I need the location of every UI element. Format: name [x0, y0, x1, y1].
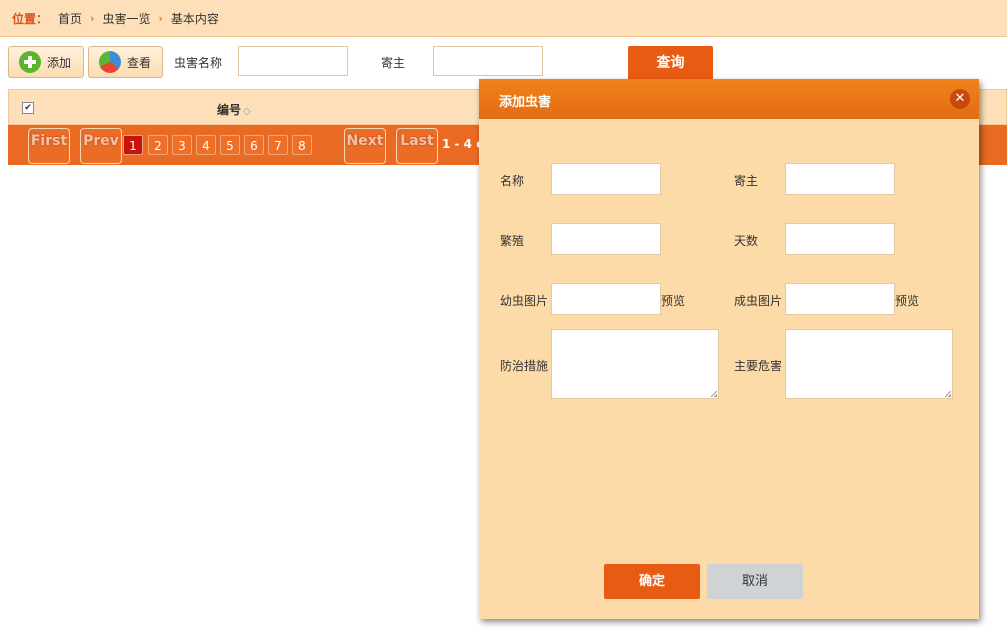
page-6[interactable]: 6: [244, 135, 264, 155]
chevron-right-icon: ›: [158, 11, 163, 25]
breed-label: 繁殖: [500, 234, 525, 248]
days-input[interactable]: [785, 223, 895, 255]
breadcrumb-pest-list[interactable]: 虫害一览: [102, 10, 150, 27]
adult-preview-link[interactable]: 预览: [895, 292, 919, 309]
page-info: 1 - 4 c: [442, 137, 484, 151]
adult-image-input[interactable]: [785, 283, 895, 315]
confirm-button[interactable]: 确定: [604, 564, 700, 599]
next-page-button[interactable]: Next: [344, 128, 386, 164]
dialog-header: 添加虫害 ✕: [479, 79, 979, 119]
first-page-button[interactable]: First: [28, 128, 70, 164]
larva-image-label: 幼虫图片: [500, 294, 549, 308]
control-measures-label: 防治措施: [500, 359, 549, 373]
add-pest-dialog: 添加虫害 ✕ 名称 寄主 繁殖 天数 幼虫图片 预览 成虫图片 预览 防治措施 …: [479, 79, 979, 619]
page-4[interactable]: 4: [196, 135, 216, 155]
prev-page-button[interactable]: Prev: [80, 128, 122, 164]
page-2[interactable]: 2: [148, 135, 168, 155]
adult-image-label: 成虫图片: [734, 294, 783, 308]
name-input[interactable]: [551, 163, 661, 195]
page-3[interactable]: 3: [172, 135, 192, 155]
control-measures-textarea[interactable]: [551, 329, 719, 399]
page-5[interactable]: 5: [220, 135, 240, 155]
view-button[interactable]: 查看: [88, 46, 163, 78]
larva-image-input[interactable]: [551, 283, 661, 315]
page-8[interactable]: 8: [292, 135, 312, 155]
host-field-label: 寄主: [734, 174, 759, 188]
pie-chart-icon: [99, 51, 121, 73]
dialog-title: 添加虫害: [499, 95, 552, 110]
host-label: 寄主: [381, 56, 406, 70]
pest-name-input[interactable]: [238, 46, 348, 76]
add-button-label: 添加: [47, 55, 72, 70]
view-button-label: 查看: [127, 55, 152, 70]
chevron-right-icon: ›: [90, 11, 95, 25]
host-input[interactable]: [433, 46, 543, 76]
column-number-header[interactable]: 编号 ◇: [217, 101, 251, 118]
breadcrumb-label: 位置：: [12, 11, 49, 26]
select-all-checkbox[interactable]: ✔: [22, 102, 34, 114]
sort-icon[interactable]: ◇: [243, 106, 251, 117]
add-icon: [19, 51, 41, 73]
name-label: 名称: [500, 174, 525, 188]
column-number-label: 编号: [217, 103, 242, 117]
breadcrumb-home[interactable]: 首页: [58, 10, 82, 27]
page-1[interactable]: 1: [123, 135, 143, 155]
host-field-input[interactable]: [785, 163, 895, 195]
larva-preview-link[interactable]: 预览: [661, 292, 685, 309]
breadcrumb: 位置： 首页 › 虫害一览 › 基本内容: [0, 0, 1007, 37]
add-button[interactable]: 添加: [8, 46, 84, 78]
breed-input[interactable]: [551, 223, 661, 255]
main-harm-label: 主要危害: [734, 359, 783, 373]
cancel-button[interactable]: 取消: [707, 564, 803, 599]
last-page-button[interactable]: Last: [396, 128, 438, 164]
close-icon[interactable]: ✕: [950, 89, 970, 109]
days-label: 天数: [734, 234, 759, 248]
page-7[interactable]: 7: [268, 135, 288, 155]
breadcrumb-basic-content: 基本内容: [170, 11, 219, 26]
main-harm-textarea[interactable]: [785, 329, 953, 399]
query-button[interactable]: 查询: [628, 46, 713, 81]
pest-name-label: 虫害名称: [174, 56, 223, 70]
